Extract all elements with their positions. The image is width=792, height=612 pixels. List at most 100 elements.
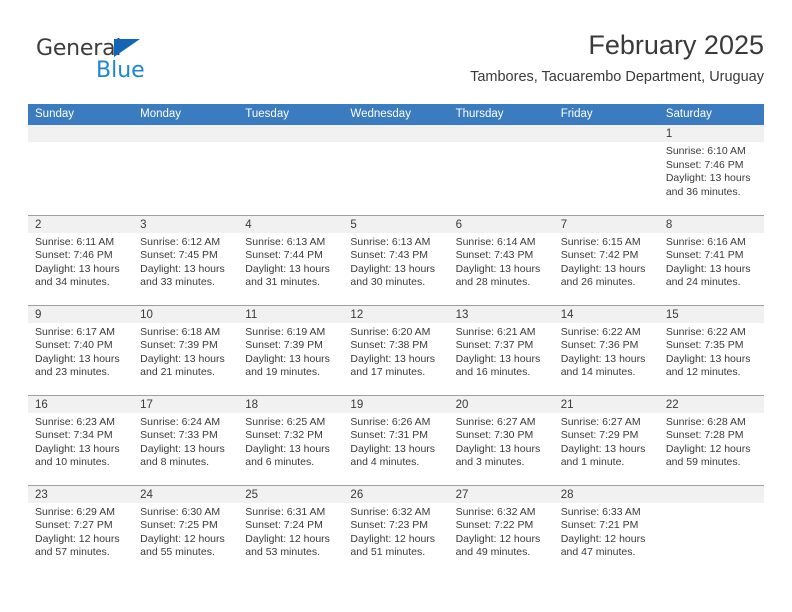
day-info-line: Daylight: 13 hours — [350, 442, 436, 455]
calendar-day-cell[interactable]: 13 Sunrise: 6:21 AM Sunset: 7:37 PM Dayligh… — [448, 304, 554, 395]
day-sun-info: Sunrise: 6:11 AM Sunset: 7:46 PM Daylight:… — [28, 233, 133, 290]
calendar-day-cell[interactable]: 26 Sunrise: 6:32 AM Sunset: 7:23 PM Dayligh… — [343, 484, 449, 575]
day-number: 9 — [28, 305, 134, 323]
day-info-line: Daylight: 13 hours — [245, 262, 330, 275]
day-number: 20 — [448, 395, 554, 413]
day-info-line: and 28 minutes. — [455, 276, 531, 289]
day-info-line: and 3 minutes. — [455, 456, 525, 469]
day-info-line: Sunset: 7:29 PM — [560, 429, 639, 442]
day-info-line: Sunrise: 6:19 AM — [245, 325, 326, 338]
day-sun-info: Sunrise: 6:32 AM Sunset: 7:22 PM Daylight:… — [449, 503, 554, 560]
general-blue-logo[interactable]: General Blue — [36, 36, 216, 92]
calendar-day-cell[interactable]: 9 Sunrise: 6:17 AM Sunset: 7:40 PM Daylight… — [28, 304, 134, 395]
day-sun-info: Sunrise: 6:19 AM Sunset: 7:39 PM Daylight:… — [238, 323, 343, 380]
day-info-line: and 33 minutes. — [140, 276, 215, 289]
day-info-line: and 53 minutes. — [245, 546, 320, 559]
day-info-line: Daylight: 12 hours — [665, 442, 751, 455]
day-number: 7 — [553, 215, 659, 233]
day-sun-info: Sunrise: 6:15 AM Sunset: 7:42 PM Daylight:… — [554, 233, 659, 290]
calendar-day-cell[interactable]: 11 Sunrise: 6:19 AM Sunset: 7:39 PM Dayligh… — [238, 304, 344, 395]
day-info-line: Sunset: 7:36 PM — [560, 339, 639, 352]
day-info-line: Sunrise: 6:13 AM — [350, 235, 431, 248]
calendar-day-cell[interactable]: 28 Sunrise: 6:33 AM Sunset: 7:21 PM Dayligh… — [553, 484, 659, 575]
day-sun-info: Sunrise: 6:23 AM Sunset: 7:34 PM Daylight:… — [28, 413, 133, 470]
day-info-line: and 47 minutes. — [560, 546, 636, 559]
day-info-line: Sunrise: 6:15 AM — [560, 235, 641, 248]
day-sun-info: Sunrise: 6:31 AM Sunset: 7:24 PM Daylight:… — [238, 503, 343, 560]
calendar-day-cell[interactable]: 19 Sunrise: 6:26 AM Sunset: 7:31 PM Dayligh… — [343, 394, 449, 485]
day-info-line: Sunrise: 6:32 AM — [455, 505, 536, 518]
day-info-line: Sunset: 7:27 PM — [35, 519, 113, 532]
logo-text-blue: Blue — [96, 58, 145, 83]
calendar-day-cell[interactable]: 4 Sunrise: 6:13 AM Sunset: 7:44 PM Daylight… — [238, 214, 344, 305]
day-info-line: Sunrise: 6:18 AM — [140, 325, 221, 338]
day-info-line: Sunset: 7:24 PM — [245, 519, 323, 532]
day-info-line: and 49 minutes. — [455, 546, 531, 559]
day-info-line: Sunrise: 6:28 AM — [665, 415, 746, 428]
calendar-day-cell[interactable]: 27 Sunrise: 6:32 AM Sunset: 7:22 PM Dayligh… — [448, 484, 554, 575]
day-info-line: Sunset: 7:22 PM — [455, 519, 534, 532]
day-info-line: Daylight: 13 hours — [560, 442, 646, 455]
day-info-line: Sunrise: 6:23 AM — [35, 415, 115, 428]
day-number: 24 — [133, 485, 239, 503]
calendar-table: Sunday Monday Tuesday Wednesday Thursday… — [28, 104, 764, 575]
calendar-day-cell[interactable]: 20 Sunrise: 6:27 AM Sunset: 7:30 PM Dayligh… — [448, 394, 554, 485]
day-sun-info: Sunrise: 6:13 AM Sunset: 7:43 PM Daylight:… — [343, 233, 448, 290]
day-info-line: Sunset: 7:38 PM — [350, 339, 429, 352]
calendar-day-cell[interactable]: 23 Sunrise: 6:29 AM Sunset: 7:27 PM Dayligh… — [28, 484, 134, 575]
calendar-day-cell[interactable]: 16 Sunrise: 6:23 AM Sunset: 7:34 PM Dayligh… — [28, 394, 134, 485]
day-info-line: Daylight: 13 hours — [35, 352, 120, 365]
calendar-day-cell[interactable]: 8 Sunrise: 6:16 AM Sunset: 7:41 PM Daylight… — [658, 214, 764, 305]
day-info-line: Sunrise: 6:30 AM — [140, 505, 221, 518]
day-info-line: and 55 minutes. — [140, 546, 215, 559]
calendar-day-cell[interactable]: 22 Sunrise: 6:28 AM Sunset: 7:28 PM Dayligh… — [658, 394, 764, 485]
calendar-day-cell[interactable]: 25 Sunrise: 6:31 AM Sunset: 7:24 PM Dayligh… — [238, 484, 344, 575]
day-info-line: and 31 minutes. — [245, 276, 320, 289]
day-info-line: Daylight: 13 hours — [455, 442, 541, 455]
day-info-line: and 51 minutes. — [350, 546, 426, 559]
day-info-line: Daylight: 13 hours — [560, 352, 646, 365]
day-info-line: Sunset: 7:37 PM — [455, 339, 534, 352]
calendar-day-cell[interactable]: 10 Sunrise: 6:18 AM Sunset: 7:39 PM Dayligh… — [133, 304, 239, 395]
day-info-line: Sunrise: 6:27 AM — [455, 415, 536, 428]
calendar-week-row: 16 Sunrise: 6:23 AM Sunset: 7:34 PM Dayligh… — [28, 394, 764, 485]
calendar-day-cell-empty — [658, 484, 764, 575]
calendar-day-cell[interactable]: 1 Sunrise: 6:10 AM Sunset: 7:46 PM Daylight… — [658, 125, 764, 215]
day-sun-info: Sunrise: 6:16 AM Sunset: 7:41 PM Daylight:… — [659, 233, 764, 290]
day-info-line: Sunrise: 6:25 AM — [245, 415, 326, 428]
day-sun-info: Sunrise: 6:27 AM Sunset: 7:29 PM Daylight:… — [554, 413, 659, 470]
day-number — [448, 125, 554, 142]
day-info-line: Sunrise: 6:12 AM — [140, 235, 221, 248]
day-info-line: Sunset: 7:42 PM — [560, 249, 639, 262]
calendar-day-cell[interactable]: 12 Sunrise: 6:20 AM Sunset: 7:38 PM Dayligh… — [343, 304, 449, 395]
calendar-week-row: 2 Sunrise: 6:11 AM Sunset: 7:46 PM Daylight… — [28, 214, 764, 305]
day-info-line: Sunset: 7:23 PM — [350, 519, 429, 532]
calendar-day-cell[interactable]: 14 Sunrise: 6:22 AM Sunset: 7:36 PM Dayligh… — [553, 304, 659, 395]
calendar-day-cell[interactable]: 21 Sunrise: 6:27 AM Sunset: 7:29 PM Dayligh… — [553, 394, 659, 485]
day-number: 13 — [448, 305, 554, 323]
weekday-header-monday: Monday — [133, 104, 239, 125]
calendar-body: 1 Sunrise: 6:10 AM Sunset: 7:46 PM Daylight… — [28, 125, 764, 575]
day-info-line: and 24 minutes. — [665, 276, 741, 289]
day-info-line: and 57 minutes. — [35, 546, 110, 559]
day-info-line: Sunset: 7:25 PM — [140, 519, 218, 532]
calendar-day-cell[interactable]: 15 Sunrise: 6:22 AM Sunset: 7:35 PM Dayligh… — [658, 304, 764, 395]
calendar-day-cell[interactable]: 6 Sunrise: 6:14 AM Sunset: 7:43 PM Daylight… — [448, 214, 554, 305]
title-block: February 2025 Tambores, Tacuarembo Depar… — [470, 28, 764, 88]
calendar-day-cell[interactable]: 7 Sunrise: 6:15 AM Sunset: 7:42 PM Daylight… — [553, 214, 659, 305]
day-info-line: Sunrise: 6:20 AM — [350, 325, 431, 338]
calendar-day-cell[interactable]: 5 Sunrise: 6:13 AM Sunset: 7:43 PM Daylight… — [343, 214, 449, 305]
day-sun-info: Sunrise: 6:13 AM Sunset: 7:44 PM Daylight:… — [238, 233, 343, 290]
calendar-day-cell[interactable]: 3 Sunrise: 6:12 AM Sunset: 7:45 PM Daylight… — [133, 214, 239, 305]
day-sun-info: Sunrise: 6:17 AM Sunset: 7:40 PM Daylight:… — [28, 323, 133, 380]
calendar-day-cell[interactable]: 17 Sunrise: 6:24 AM Sunset: 7:33 PM Dayligh… — [133, 394, 239, 485]
day-sun-info — [659, 503, 764, 506]
calendar-day-cell[interactable]: 18 Sunrise: 6:25 AM Sunset: 7:32 PM Dayligh… — [238, 394, 344, 485]
day-sun-info: Sunrise: 6:22 AM Sunset: 7:35 PM Daylight:… — [659, 323, 764, 380]
calendar-day-cell[interactable]: 2 Sunrise: 6:11 AM Sunset: 7:46 PM Daylight… — [28, 214, 134, 305]
page-subtitle: Tambores, Tacuarembo Department, Uruguay — [470, 69, 764, 85]
day-info-line: Sunset: 7:21 PM — [560, 519, 639, 532]
day-sun-info: Sunrise: 6:21 AM Sunset: 7:37 PM Daylight:… — [449, 323, 554, 380]
day-info-line: Sunrise: 6:21 AM — [455, 325, 536, 338]
calendar-day-cell[interactable]: 24 Sunrise: 6:30 AM Sunset: 7:25 PM Dayligh… — [133, 484, 239, 575]
